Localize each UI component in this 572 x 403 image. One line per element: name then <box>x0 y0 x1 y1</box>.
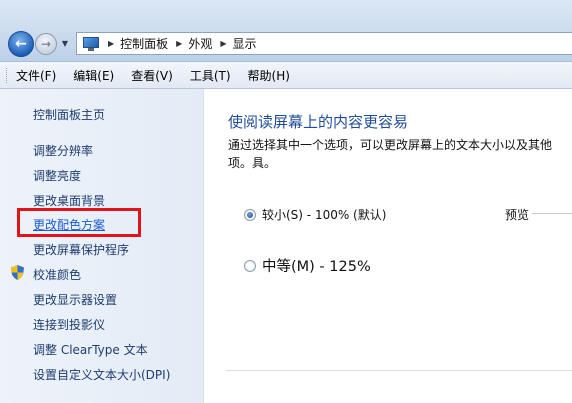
back-button[interactable]: ← <box>8 31 34 57</box>
forward-button[interactable]: → <box>35 33 57 55</box>
sidebar-item-adjust-brightness[interactable]: 调整亮度 <box>33 167 81 184</box>
radio-button-medium[interactable] <box>244 259 256 272</box>
sidebar-item-calibrate-color[interactable]: 校准颜色 <box>33 266 81 283</box>
page-title: 使阅读屏幕上的内容更容易 <box>228 113 409 131</box>
option-medium[interactable]: 中等(M) - 125% <box>244 255 371 276</box>
shield-icon <box>11 265 24 280</box>
menu-bar: 文件(F) 编辑(E) 查看(V) 工具(T) 帮助(H) <box>0 62 572 89</box>
navigation-bar: ← → ▼ ▶ 控制面板 ▶ 外观 ▶ 显示 <box>0 0 572 62</box>
breadcrumb-separator-icon[interactable]: ▶ <box>220 39 226 48</box>
sidebar-item-change-desktop-background[interactable]: 更改桌面背景 <box>33 192 105 209</box>
highlight-annotation <box>17 208 141 237</box>
breadcrumb-control-panel[interactable]: 控制面板 <box>120 35 168 52</box>
sidebar-item-change-display-settings[interactable]: 更改显示器设置 <box>33 291 117 308</box>
sidebar-item-control-panel-home[interactable]: 控制面板主页 <box>33 106 105 123</box>
task-pane: 控制面板主页 调整分辨率 调整亮度 更改桌面背景 更改配色方案 更改屏幕保护程序… <box>0 89 204 403</box>
sidebar-item-change-screen-saver[interactable]: 更改屏幕保护程序 <box>33 241 129 258</box>
sidebar-item-connect-projector[interactable]: 连接到投影仪 <box>33 316 105 333</box>
menu-edit[interactable]: 编辑(E) <box>73 67 114 84</box>
main-content: 使阅读屏幕上的内容更容易 通过选择其中一个选项，可以更改屏幕上的文本大小以及其他… <box>204 89 572 403</box>
preview-divider <box>532 213 572 214</box>
arrow-right-icon: → <box>40 37 52 51</box>
breadcrumb-separator-icon[interactable]: ▶ <box>108 39 114 48</box>
arrow-left-icon: ← <box>15 36 27 52</box>
menu-file[interactable]: 文件(F) <box>16 67 56 84</box>
menu-grip <box>6 68 9 83</box>
option-smaller[interactable]: 较小(S) - 100% (默认) <box>244 206 386 223</box>
sidebar-item-adjust-cleartype[interactable]: 调整 ClearType 文本 <box>33 341 148 358</box>
option-smaller-label[interactable]: 较小(S) - 100% (默认) <box>262 206 386 223</box>
page-description: 通过选择其中一个选项，可以更改屏幕上的文本大小以及其他项。具。 <box>228 138 553 170</box>
menu-tools[interactable]: 工具(T) <box>190 67 231 84</box>
menu-view[interactable]: 查看(V) <box>131 67 173 84</box>
breadcrumb-separator-icon[interactable]: ▶ <box>176 39 182 48</box>
menu-help[interactable]: 帮助(H) <box>248 67 290 84</box>
breadcrumb-appearance[interactable]: 外观 <box>188 35 212 52</box>
option-medium-label[interactable]: 中等(M) - 125% <box>262 255 371 276</box>
recent-pages-dropdown[interactable]: ▼ <box>60 38 70 50</box>
chevron-down-icon: ▼ <box>61 39 69 48</box>
section-divider <box>226 370 572 371</box>
breadcrumb-display[interactable]: 显示 <box>233 35 257 52</box>
preview-label: 预览 <box>505 208 530 222</box>
radio-button-smaller[interactable] <box>244 208 256 221</box>
sidebar-item-adjust-resolution[interactable]: 调整分辨率 <box>33 142 93 159</box>
sidebar-item-custom-text-size[interactable]: 设置自定义文本大小(DPI) <box>33 366 170 383</box>
display-icon <box>82 36 100 51</box>
address-bar[interactable]: ▶ 控制面板 ▶ 外观 ▶ 显示 <box>76 32 572 55</box>
